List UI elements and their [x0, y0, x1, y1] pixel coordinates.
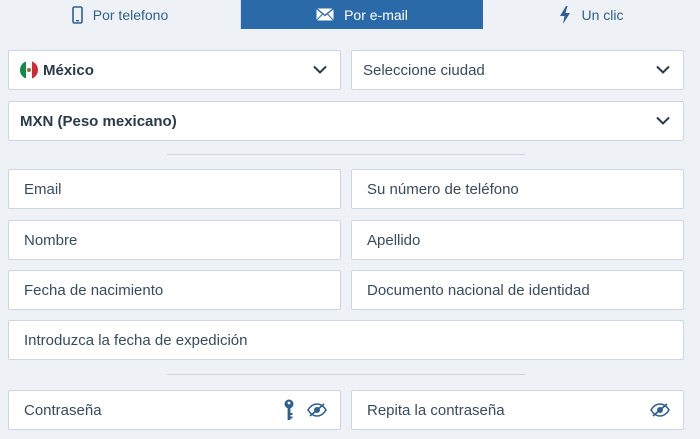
tab-by-phone-label: Por telefono [92, 6, 169, 23]
phone-placeholder: Su número de teléfono [367, 180, 519, 198]
currency-select[interactable]: MXN (Peso mexicano) [8, 101, 684, 141]
chevron-down-icon [656, 116, 670, 126]
password-field[interactable]: Contraseña [8, 390, 341, 430]
repeat-password-placeholder: Repita la contraseña [367, 401, 505, 419]
national-id-field[interactable]: Documento nacional de identidad [351, 270, 684, 310]
email-placeholder: Email [24, 180, 62, 198]
lightning-icon [559, 5, 571, 24]
tab-one-click-label: Un clic [581, 6, 624, 23]
last-name-field[interactable]: Apellido [351, 220, 684, 260]
tab-by-email[interactable]: Por e-mail [241, 0, 483, 29]
currency-value: MXN (Peso mexicano) [20, 112, 177, 130]
password-placeholder: Contraseña [24, 401, 102, 419]
birth-date-placeholder: Fecha de nacimiento [24, 281, 164, 299]
national-id-placeholder: Documento nacional de identidad [367, 281, 590, 299]
chevron-down-icon [656, 65, 670, 75]
city-select[interactable]: Seleccione ciudad [351, 50, 684, 90]
tab-by-phone[interactable]: Por telefono [0, 0, 241, 29]
envelope-icon [316, 8, 335, 21]
hidden-eye-icon[interactable] [307, 403, 327, 417]
city-placeholder: Seleccione ciudad [363, 61, 485, 79]
key-icon[interactable] [283, 399, 295, 421]
chevron-down-icon [313, 65, 327, 75]
country-value: México [43, 61, 94, 79]
section-divider [167, 154, 525, 155]
phone-field[interactable]: Su número de teléfono [351, 169, 684, 209]
birth-date-field[interactable]: Fecha de nacimiento [8, 270, 341, 310]
email-field[interactable]: Email [8, 169, 341, 209]
mexico-flag-icon [20, 61, 38, 79]
registration-tabs: Por telefono Por e-mail Un clic [0, 0, 700, 29]
issue-date-field[interactable]: Introduzca la fecha de expedición [8, 320, 684, 360]
issue-date-placeholder: Introduzca la fecha de expedición [24, 331, 248, 349]
tab-by-email-label: Por e-mail [344, 6, 408, 23]
first-name-placeholder: Nombre [24, 231, 78, 249]
repeat-password-field[interactable]: Repita la contraseña [351, 390, 684, 430]
hidden-eye-icon[interactable] [650, 403, 670, 417]
country-select[interactable]: México [8, 50, 341, 90]
phone-icon [71, 5, 83, 24]
tab-one-click[interactable]: Un clic [483, 0, 700, 29]
section-divider [167, 374, 525, 375]
last-name-placeholder: Apellido [367, 231, 421, 249]
first-name-field[interactable]: Nombre [8, 220, 341, 260]
